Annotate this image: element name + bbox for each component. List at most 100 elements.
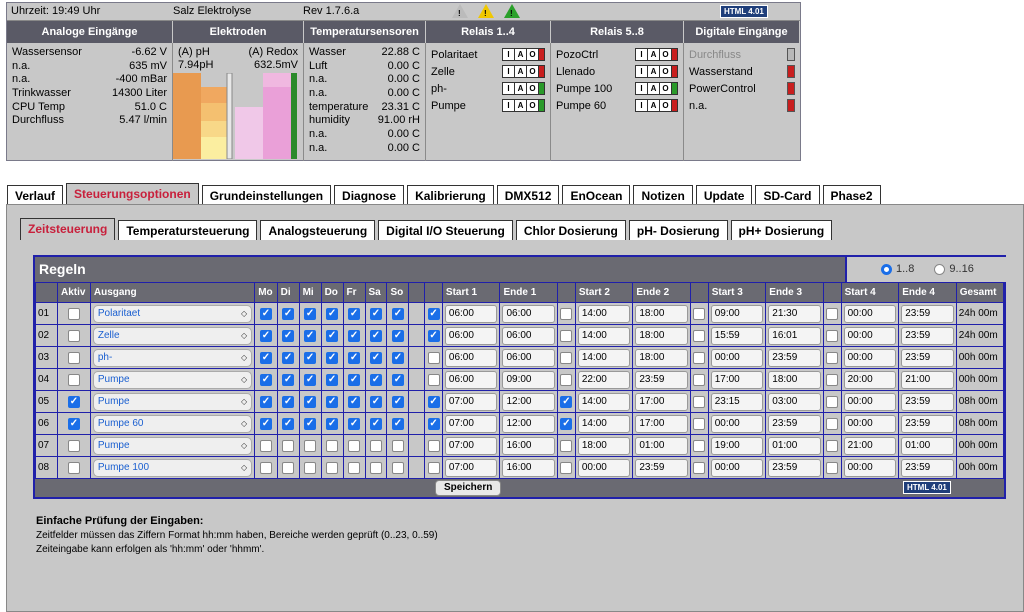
slot-1-enable[interactable]: ✓ xyxy=(427,395,440,408)
start-4-input[interactable]: 00:00 xyxy=(843,304,897,323)
day-checkbox[interactable]: ✓ xyxy=(369,417,382,430)
day-checkbox[interactable] xyxy=(304,461,317,474)
relay-i-button[interactable]: I xyxy=(503,100,515,111)
slot-3-enable[interactable] xyxy=(693,461,706,474)
start-1-input[interactable]: 07:00 xyxy=(444,414,498,433)
day-checkbox[interactable] xyxy=(391,461,404,474)
end-4-input[interactable]: 21:00 xyxy=(901,370,954,389)
day-checkbox[interactable] xyxy=(326,461,339,474)
start-4-input[interactable]: 00:00 xyxy=(843,414,897,433)
start-2-input[interactable]: 14:00 xyxy=(577,414,631,433)
tab-steuerungsoptionen[interactable]: Steuerungsoptionen xyxy=(66,183,199,205)
start-3-input[interactable]: 17:00 xyxy=(710,370,764,389)
tab-enocean[interactable]: EnOcean xyxy=(562,185,631,205)
end-2-input[interactable]: 01:00 xyxy=(635,436,688,455)
start-1-input[interactable]: 07:00 xyxy=(444,458,498,477)
slot-3-enable[interactable] xyxy=(693,307,706,320)
start-1-input[interactable]: 07:00 xyxy=(444,436,498,455)
end-3-input[interactable]: 21:30 xyxy=(768,304,821,323)
day-checkbox[interactable]: ✓ xyxy=(282,417,295,430)
relay-o-button[interactable]: O xyxy=(660,66,672,77)
end-4-input[interactable]: 23:59 xyxy=(901,458,954,477)
slot-4-enable[interactable] xyxy=(826,461,839,474)
tab-sd-card[interactable]: SD-Card xyxy=(755,185,820,205)
day-checkbox[interactable]: ✓ xyxy=(391,329,404,342)
tab-verlauf[interactable]: Verlauf xyxy=(7,185,64,205)
slot-2-enable[interactable]: ✓ xyxy=(560,417,573,430)
day-checkbox[interactable]: ✓ xyxy=(259,307,272,320)
tab-diagnose[interactable]: Diagnose xyxy=(334,185,405,205)
relay-i-button[interactable]: I xyxy=(636,100,648,111)
day-checkbox[interactable]: ✓ xyxy=(259,373,272,386)
relay-o-button[interactable]: O xyxy=(527,49,539,60)
day-checkbox[interactable]: ✓ xyxy=(348,307,361,320)
relay-a-button[interactable]: A xyxy=(648,49,660,60)
slot-4-enable[interactable] xyxy=(826,307,839,320)
day-checkbox[interactable] xyxy=(259,461,272,474)
start-3-input[interactable]: 00:00 xyxy=(710,458,764,477)
relay-i-button[interactable]: I xyxy=(503,49,515,60)
end-1-input[interactable]: 16:00 xyxy=(502,458,556,477)
day-checkbox[interactable]: ✓ xyxy=(326,329,339,342)
day-checkbox[interactable]: ✓ xyxy=(304,329,317,342)
subtab-ph-dosierung[interactable]: pH- Dosierung xyxy=(628,220,728,240)
relay-o-button[interactable]: O xyxy=(527,66,539,77)
slot-1-enable[interactable]: ✓ xyxy=(427,417,440,430)
end-1-input[interactable]: 16:00 xyxy=(502,436,556,455)
day-checkbox[interactable]: ✓ xyxy=(326,373,339,386)
start-2-input[interactable]: 22:00 xyxy=(577,370,631,389)
start-4-input[interactable]: 00:00 xyxy=(843,458,897,477)
relay-a-button[interactable]: A xyxy=(515,100,527,111)
day-checkbox[interactable]: ✓ xyxy=(391,395,404,408)
day-checkbox[interactable]: ✓ xyxy=(369,329,382,342)
relay-a-button[interactable]: A xyxy=(515,49,527,60)
save-button[interactable]: Speichern xyxy=(435,480,502,496)
slot-1-enable[interactable] xyxy=(427,461,440,474)
day-checkbox[interactable] xyxy=(326,439,339,452)
day-checkbox[interactable]: ✓ xyxy=(348,395,361,408)
tab-kalibrierung[interactable]: Kalibrierung xyxy=(407,185,494,205)
slot-3-enable[interactable] xyxy=(693,395,706,408)
end-3-input[interactable]: 23:59 xyxy=(768,414,821,433)
day-checkbox[interactable]: ✓ xyxy=(391,417,404,430)
end-2-input[interactable]: 18:00 xyxy=(635,304,688,323)
relay-switch[interactable]: IAO xyxy=(635,99,678,112)
day-checkbox[interactable]: ✓ xyxy=(369,307,382,320)
end-4-input[interactable]: 23:59 xyxy=(901,348,954,367)
end-4-input[interactable]: 23:59 xyxy=(901,304,954,323)
relay-a-button[interactable]: A xyxy=(648,66,660,77)
day-checkbox[interactable] xyxy=(369,461,382,474)
start-1-input[interactable]: 06:00 xyxy=(444,304,498,323)
relay-a-button[interactable]: A xyxy=(515,83,527,94)
relay-o-button[interactable]: O xyxy=(660,100,672,111)
aktiv-checkbox[interactable] xyxy=(67,329,80,342)
output-select[interactable]: Pumpe ◇ xyxy=(92,370,253,389)
aktiv-checkbox[interactable]: ✓ xyxy=(67,417,80,430)
start-4-input[interactable]: 20:00 xyxy=(843,370,897,389)
slot-4-enable[interactable] xyxy=(826,351,839,364)
start-1-input[interactable]: 06:00 xyxy=(444,370,498,389)
end-1-input[interactable]: 06:00 xyxy=(502,348,556,367)
aktiv-checkbox[interactable] xyxy=(67,439,80,452)
slot-2-enable[interactable] xyxy=(560,461,573,474)
day-checkbox[interactable] xyxy=(348,461,361,474)
day-checkbox[interactable]: ✓ xyxy=(304,307,317,320)
day-checkbox[interactable]: ✓ xyxy=(282,329,295,342)
day-checkbox[interactable]: ✓ xyxy=(369,373,382,386)
end-3-input[interactable]: 23:59 xyxy=(768,348,821,367)
aktiv-checkbox[interactable] xyxy=(67,373,80,386)
start-4-input[interactable]: 00:00 xyxy=(843,392,897,411)
output-select[interactable]: Pumpe 60 ◇ xyxy=(92,414,253,433)
day-checkbox[interactable]: ✓ xyxy=(348,329,361,342)
slot-3-enable[interactable] xyxy=(693,417,706,430)
day-checkbox[interactable]: ✓ xyxy=(259,351,272,364)
relay-switch[interactable]: IAO xyxy=(502,99,545,112)
slot-2-enable[interactable] xyxy=(560,439,573,452)
subtab-temperatursteuerung[interactable]: Temperatursteuerung xyxy=(118,220,258,240)
slot-4-enable[interactable] xyxy=(826,329,839,342)
start-4-input[interactable]: 00:00 xyxy=(843,326,897,345)
end-1-input[interactable]: 06:00 xyxy=(502,304,556,323)
subtab-chlor-dosierung[interactable]: Chlor Dosierung xyxy=(515,220,626,240)
day-checkbox[interactable]: ✓ xyxy=(282,307,295,320)
slot-2-enable[interactable] xyxy=(560,351,573,364)
